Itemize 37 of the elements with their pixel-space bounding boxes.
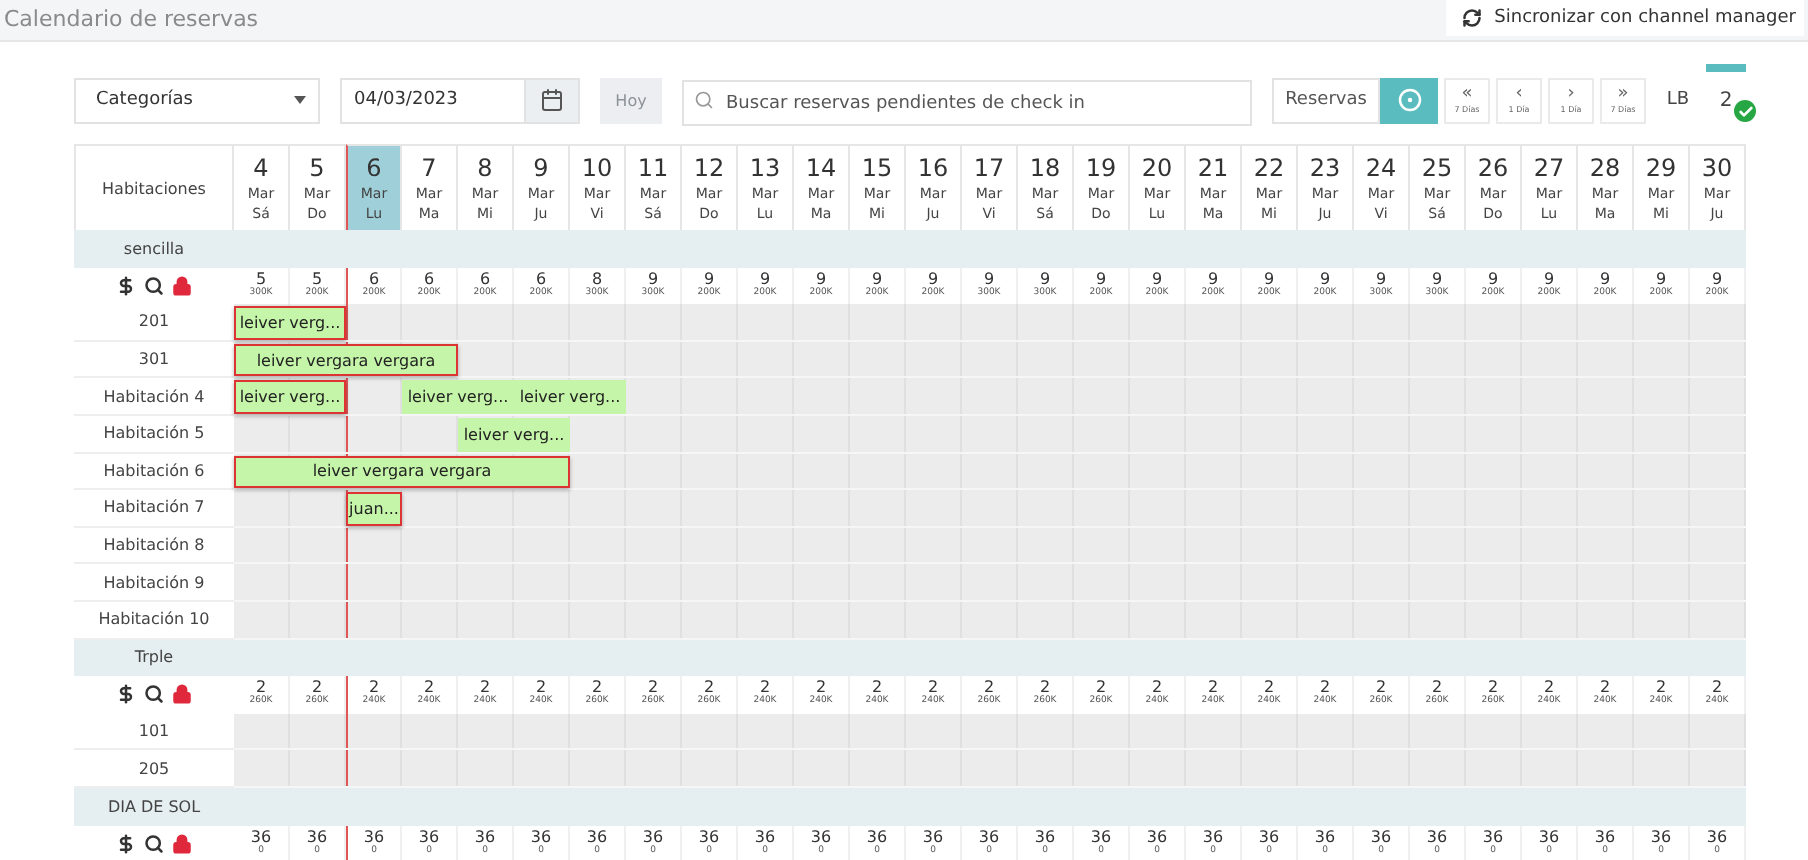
- sync-button[interactable]: Sincronizar con channel manager: [1446, 0, 1804, 36]
- booking-bar[interactable]: leiver vergara vergara: [234, 455, 570, 489]
- calendar-icon: [540, 88, 564, 112]
- view-toggle-button[interactable]: [1380, 77, 1438, 123]
- booking-bar[interactable]: juan...: [346, 492, 402, 526]
- lock-icon[interactable]: [172, 684, 192, 705]
- page-title: Calendario de reservas: [2, 4, 259, 32]
- booking-bar[interactable]: leiver verg...: [234, 306, 346, 340]
- booking-bar[interactable]: leiver verg...: [458, 417, 570, 452]
- calendar-button[interactable]: [524, 77, 580, 123]
- target-icon: [1397, 88, 1421, 112]
- refresh-icon: [1462, 8, 1483, 28]
- lb-label: LB: [1664, 90, 1692, 110]
- search-icon: [694, 89, 714, 109]
- date-field[interactable]: 04/03/2023: [340, 77, 524, 123]
- booking-bar[interactable]: leiver vergara vergara: [234, 343, 458, 377]
- counter-bar: [1706, 64, 1746, 72]
- category-name: sencilla: [121, 239, 187, 258]
- lock-icon[interactable]: [172, 833, 192, 854]
- dollar-icon[interactable]: [116, 833, 136, 854]
- search-icon[interactable]: [144, 275, 164, 296]
- counter-value: 2: [1719, 89, 1733, 111]
- room-name: Habitación 6: [74, 453, 234, 491]
- lock-icon[interactable]: [172, 275, 192, 296]
- booking-bar[interactable]: leiver verg...: [514, 380, 626, 414]
- booking-bar[interactable]: leiver verg...: [402, 380, 514, 414]
- booking-bar[interactable]: leiver verg...: [234, 380, 346, 414]
- search-field[interactable]: Buscar reservas pendientes de check in: [682, 80, 1252, 126]
- search-icon[interactable]: [144, 684, 164, 705]
- caret-icon: [294, 96, 306, 104]
- reservations-button[interactable]: Reservas: [1272, 77, 1380, 123]
- search-icon[interactable]: [144, 833, 164, 854]
- category-name: DIA DE SOL: [105, 797, 203, 816]
- dollar-icon[interactable]: [116, 684, 136, 705]
- dollar-icon[interactable]: [116, 275, 136, 296]
- category-select[interactable]: Categorías: [74, 77, 320, 123]
- category-name: Trple: [132, 648, 176, 667]
